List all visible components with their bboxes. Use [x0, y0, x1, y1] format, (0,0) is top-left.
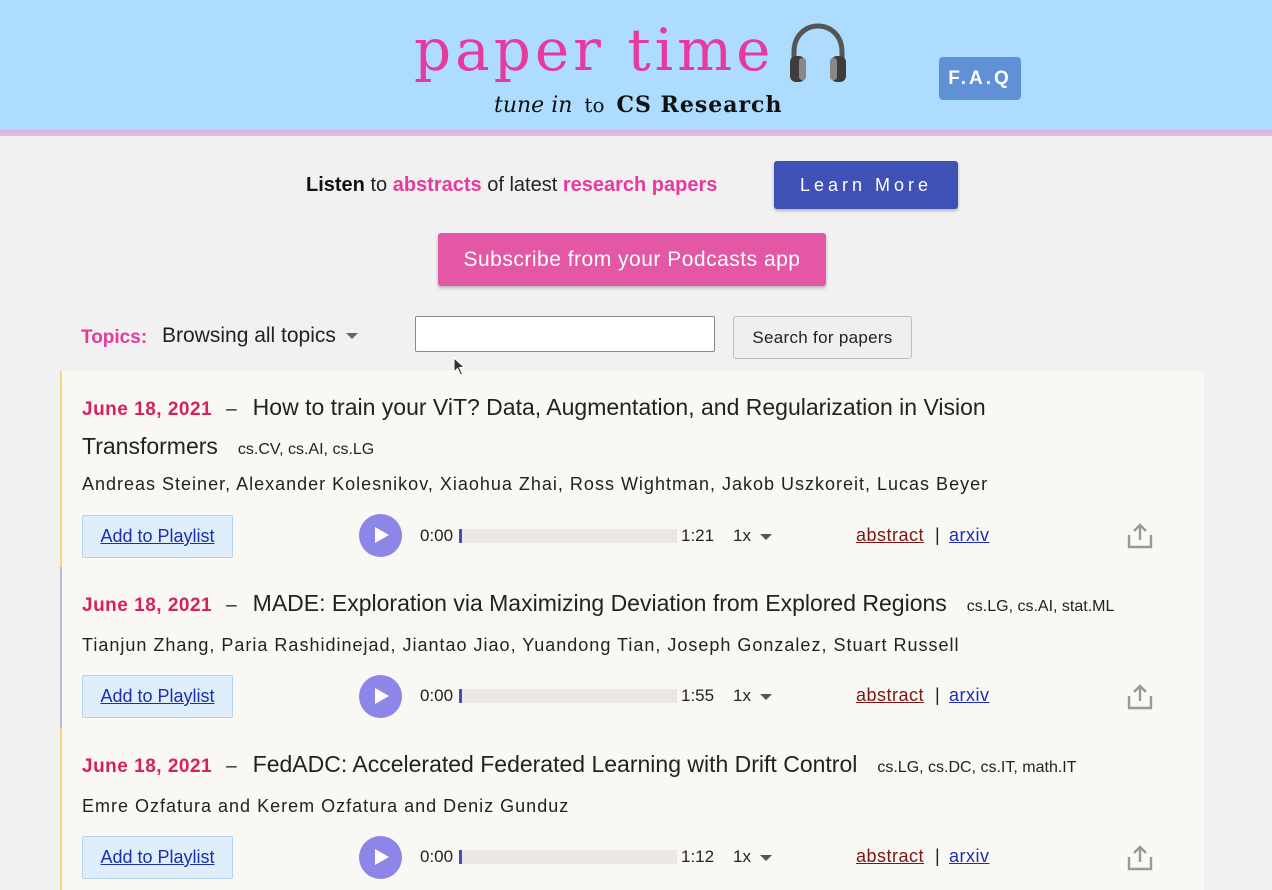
paper-date: June 18, 2021 [82, 756, 213, 777]
paper-heading: June 18, 2021– How to train your ViT? Dat… [82, 389, 1102, 468]
paper-title[interactable]: How to train your ViT? Data, Augmentatio… [82, 394, 986, 459]
playback-speed-value: 1x [733, 526, 751, 545]
faq-button[interactable]: F.A.Q [939, 57, 1021, 100]
play-icon[interactable] [359, 836, 402, 879]
chevron-down-icon [759, 533, 772, 540]
search-papers-button[interactable]: Search for papers [733, 316, 912, 359]
paper-authors: Tianjun Zhang, Paria Rashidinejad, Jiant… [82, 635, 960, 655]
add-to-playlist-button[interactable]: Add to Playlist [82, 515, 233, 558]
share-icon[interactable] [1126, 844, 1154, 872]
learn-more-button[interactable]: Learn More [774, 161, 958, 209]
chevron-down-icon [345, 333, 358, 340]
mouse-cursor-icon [453, 357, 466, 376]
topics-dropdown[interactable]: Browsing all topics [162, 324, 358, 348]
tagline: tune in to CS Research [494, 92, 782, 118]
link-separator: | [935, 685, 940, 705]
audio-progress-bar[interactable] [459, 529, 677, 543]
add-to-playlist-button[interactable]: Add to Playlist [82, 836, 233, 879]
share-icon[interactable] [1126, 522, 1154, 550]
topics-label: Topics: [81, 327, 148, 348]
intro-of-latest: of latest [487, 174, 558, 196]
share-icon[interactable] [1126, 683, 1154, 711]
audio-progress-bar[interactable] [459, 689, 677, 703]
paper-card: June 18, 2021– How to train your ViT? Dat… [60, 371, 1204, 568]
paper-heading: June 18, 2021– FedADC: Accelerated Federa… [82, 746, 1182, 786]
chevron-down-icon [759, 854, 772, 861]
add-to-playlist-button[interactable]: Add to Playlist [82, 675, 233, 718]
tagline-tune-in: tune in [494, 93, 573, 118]
playback-speed-dropdown[interactable]: 1x [733, 847, 772, 867]
paper-card: June 18, 2021– FedADC: Accelerated Federa… [60, 728, 1204, 890]
playback-speed-value: 1x [733, 847, 751, 866]
paper-authors: Andreas Steiner, Alexander Kolesnikov, X… [82, 474, 989, 494]
duration: 1:12 [681, 847, 715, 866]
paper-dash: – [226, 595, 237, 616]
site-header: paper time tune in to CS Research F.A.Q [0, 0, 1272, 136]
current-time: 0:00 [420, 847, 454, 866]
paper-dash: – [226, 756, 237, 777]
intro-abstracts: abstracts [392, 174, 482, 196]
playback-speed-dropdown[interactable]: 1x [733, 686, 772, 706]
current-time: 0:00 [420, 526, 454, 545]
paper-tags: cs.LG, cs.DC, cs.IT, math.IT [877, 759, 1077, 776]
paper-card: June 18, 2021– MADE: Exploration via Maxi… [60, 567, 1204, 729]
intro-text: Listen to abstracts of latest research p… [306, 174, 717, 197]
arxiv-link[interactable]: arxiv [949, 846, 990, 867]
paper-date: June 18, 2021 [82, 595, 213, 616]
subscribe-podcasts-button[interactable]: Subscribe from your Podcasts app [438, 233, 826, 286]
intro-listen: Listen [306, 174, 365, 196]
play-icon[interactable] [359, 675, 402, 718]
tagline-to: to [584, 93, 605, 117]
abstract-link[interactable]: abstract [856, 846, 924, 867]
paper-heading: June 18, 2021– MADE: Exploration via Maxi… [82, 585, 1182, 625]
paper-authors: Emre Ozfatura and Kerem Ozfatura and Den… [82, 796, 570, 816]
play-icon[interactable] [359, 514, 402, 557]
link-separator: | [935, 525, 940, 545]
playback-speed-dropdown[interactable]: 1x [733, 526, 772, 546]
link-separator: | [935, 846, 940, 866]
paper-date: June 18, 2021 [82, 399, 213, 420]
playback-speed-value: 1x [733, 686, 751, 705]
arxiv-link[interactable]: arxiv [949, 685, 990, 706]
paper-title[interactable]: MADE: Exploration via Maximizing Deviati… [253, 590, 947, 616]
chevron-down-icon [759, 693, 772, 700]
site-title[interactable]: paper time [414, 14, 775, 86]
abstract-link[interactable]: abstract [856, 685, 924, 706]
paper-tags: cs.LG, cs.AI, stat.ML [966, 598, 1115, 615]
header-divider [0, 130, 1272, 133]
paper-dash: – [226, 399, 237, 420]
paper-title[interactable]: FedADC: Accelerated Federated Learning w… [253, 751, 858, 777]
arxiv-link[interactable]: arxiv [949, 525, 990, 546]
paper-tags: cs.CV, cs.AI, cs.LG [237, 441, 375, 458]
search-input[interactable] [415, 316, 715, 352]
intro-research-papers: research papers [562, 174, 718, 196]
headphones-icon [790, 23, 846, 82]
current-time: 0:00 [420, 686, 454, 705]
tagline-subject: CS Research [616, 92, 783, 118]
duration: 1:55 [681, 686, 715, 705]
intro-to: to [370, 174, 388, 196]
abstract-link[interactable]: abstract [856, 525, 924, 546]
duration: 1:21 [681, 526, 715, 545]
topics-dropdown-value: Browsing all topics [162, 324, 336, 347]
audio-progress-bar[interactable] [459, 850, 677, 864]
